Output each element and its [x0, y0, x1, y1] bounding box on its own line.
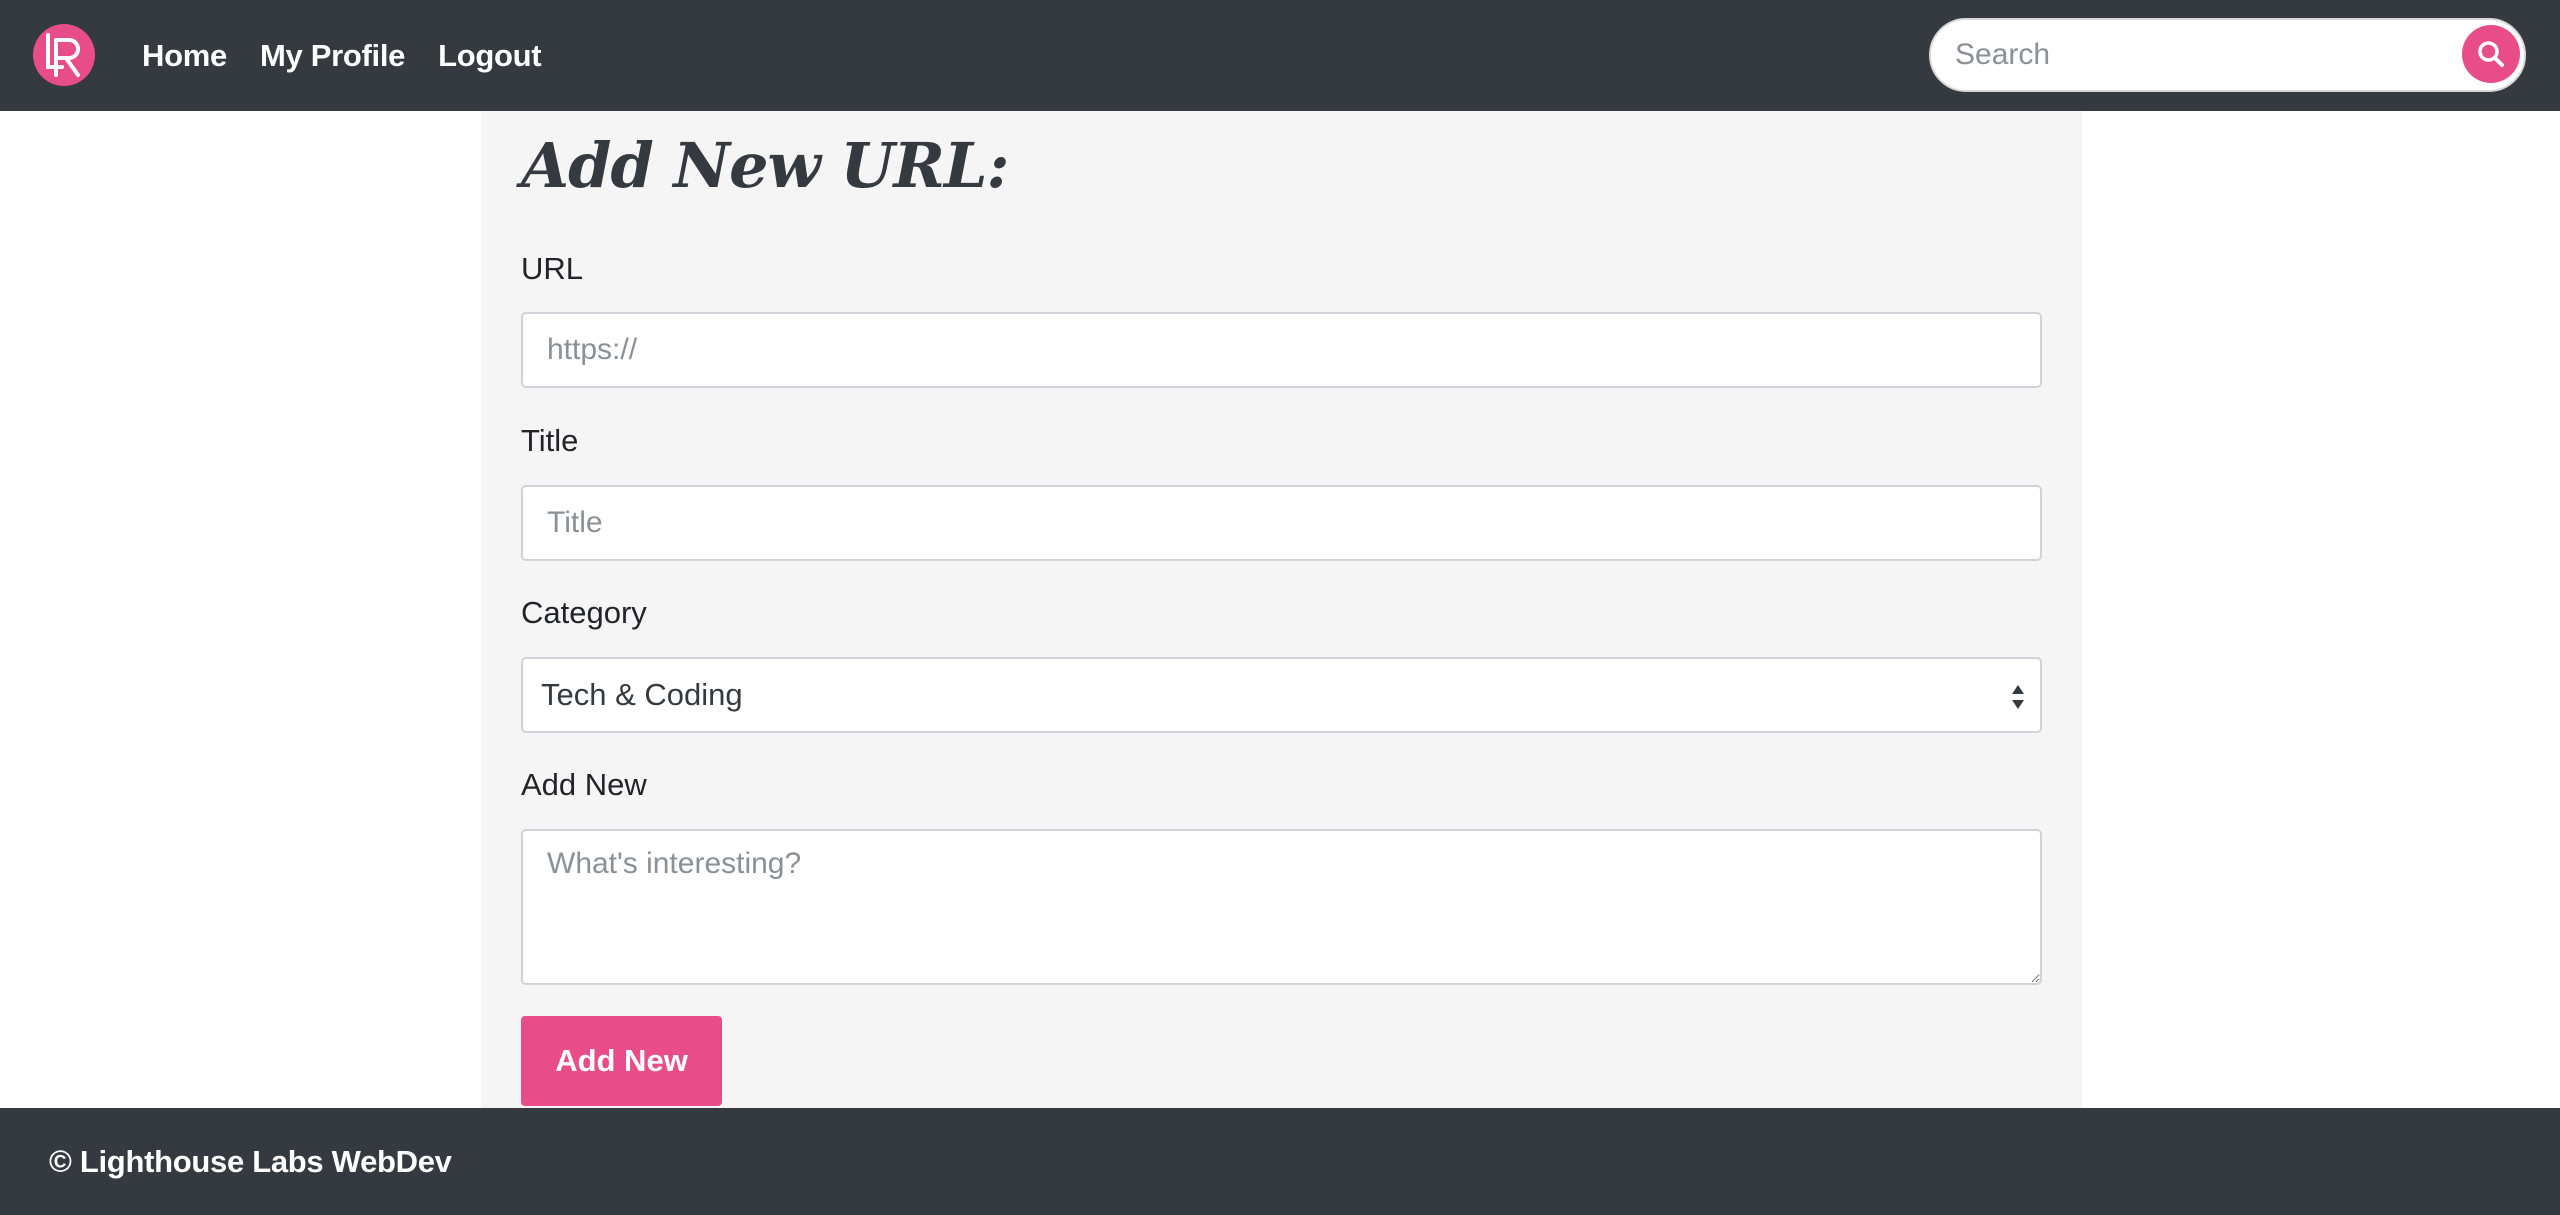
add-url-panel: Add New URL: URL Title Category Tech & C…	[481, 111, 2082, 1108]
page-title: Add New URL:	[521, 129, 1010, 202]
lr-logo-glyph	[46, 33, 80, 77]
nav-my-profile-link[interactable]: My Profile	[260, 38, 405, 74]
add-new-button[interactable]: Add New	[521, 1016, 722, 1106]
search-icon	[2478, 41, 2504, 67]
navbar: Home My Profile Logout	[0, 0, 2560, 111]
search-input[interactable]	[1953, 20, 2433, 90]
footer-copyright: © Lighthouse Labs WebDev	[49, 1144, 452, 1179]
url-input[interactable]	[521, 312, 2042, 388]
note-textarea[interactable]	[521, 829, 2042, 985]
footer: © Lighthouse Labs WebDev	[0, 1108, 2560, 1215]
nav-logout-link[interactable]: Logout	[438, 38, 542, 74]
category-select[interactable]: Tech & Coding	[521, 657, 2042, 733]
category-select-value: Tech & Coding	[541, 677, 743, 712]
title-input[interactable]	[521, 485, 2042, 561]
url-label: URL	[521, 251, 584, 286]
lr-logo-icon[interactable]	[33, 24, 95, 86]
search-box	[1929, 18, 2526, 92]
title-label: Title	[521, 423, 579, 458]
category-label: Category	[521, 595, 647, 630]
nav-links: Home My Profile Logout	[142, 0, 574, 111]
add-new-label: Add New	[521, 767, 647, 802]
select-arrows-icon	[2012, 685, 2024, 709]
nav-home-link[interactable]: Home	[142, 38, 227, 74]
search-button[interactable]	[2462, 25, 2520, 83]
